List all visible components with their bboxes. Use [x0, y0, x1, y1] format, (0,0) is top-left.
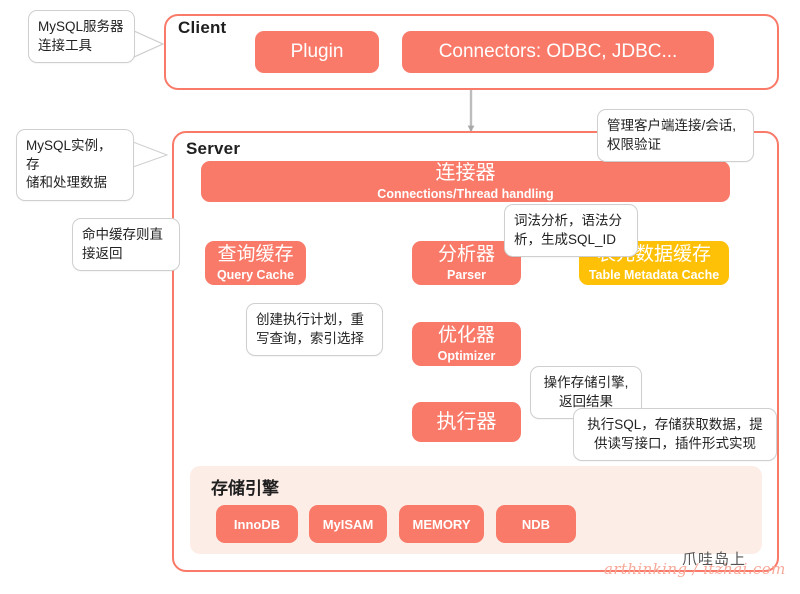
client-box-plugin-label: Plugin [290, 41, 344, 63]
client-box-plugin[interactable]: Plugin [255, 31, 379, 73]
callout-engine-note: 执行SQL，存储获取数据，提 供读写接口，插件形式实现 [573, 408, 777, 462]
engine-chip-ndb[interactable]: NDB [496, 505, 576, 543]
server-box-connector-cn: 连接器 [435, 162, 496, 185]
server-box-executor-cn: 执行器 [436, 410, 497, 433]
server-box-optimizer-cn: 优化器 [437, 325, 495, 347]
callout-client-tool: MySQL服务器 连接工具 [28, 10, 135, 64]
engine-chip-myisam[interactable]: MyISAM [309, 505, 387, 543]
callout-cache-hit: 命中缓存则直 接返回 [72, 218, 180, 272]
diagram-canvas: Client Plugin Connectors: ODBC, JDBC... … [0, 0, 800, 594]
client-zone-title: Client [178, 18, 227, 37]
server-box-optimizer[interactable]: 优化器 Optimizer [412, 322, 521, 366]
callout-parser-note: 词法分析，语法分 析，生成SQL_ID [504, 204, 638, 258]
server-box-query-cache-en: Query Cache [216, 267, 295, 282]
client-box-connectors-label: Connectors: ODBC, JDBC... [438, 41, 678, 63]
server-box-connector-en: Connections/Thread handling [377, 186, 554, 201]
client-box-connectors[interactable]: Connectors: ODBC, JDBC... [402, 31, 714, 73]
callout-server-instance: MySQL实例，存 储和处理数据 [16, 129, 134, 201]
callout-optimizer-note: 创建执行计划，重 写查询，索引选择 [246, 303, 383, 357]
engine-chip-innodb[interactable]: InnoDB [216, 505, 298, 543]
server-box-parser-en: Parser [447, 267, 486, 282]
server-zone-title: Server [186, 139, 241, 158]
engine-chip-memory[interactable]: MEMORY [399, 505, 484, 543]
server-box-query-cache-cn: 查询缓存 [217, 244, 294, 266]
callout-connector-note: 管理客户端连接/会话, 权限验证 [597, 109, 754, 163]
server-box-connector[interactable]: 连接器 Connections/Thread handling [201, 161, 730, 202]
brand-label: 爪哇岛上 [682, 551, 747, 568]
footer-divider-left [540, 570, 610, 572]
storage-engine-title: 存储引擎 [211, 479, 279, 498]
server-box-query-cache[interactable]: 查询缓存 Query Cache [205, 241, 306, 285]
server-box-executor[interactable]: 执行器 [412, 402, 521, 442]
server-box-metadata-cache-en: Table Metadata Cache [588, 267, 720, 282]
brand-logo: 爪哇岛上 [682, 548, 746, 569]
server-box-parser-cn: 分析器 [437, 244, 495, 266]
server-box-optimizer-en: Optimizer [437, 348, 496, 363]
